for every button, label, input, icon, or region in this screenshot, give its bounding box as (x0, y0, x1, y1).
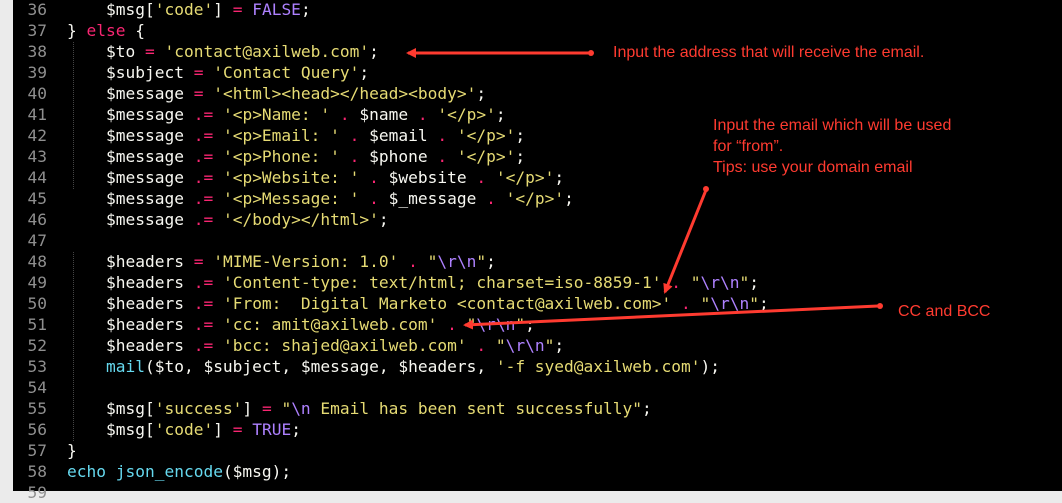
annotation-from-line-1: Input the email which will be used (713, 117, 952, 134)
annotation-cc-bcc: CC and BCC (898, 303, 991, 320)
annotation-from-line-2: for “from”. (713, 138, 784, 155)
annotation-address: Input the address that will receive the … (613, 44, 925, 61)
arrow-to-from (663, 189, 708, 294)
arrow-to-from-dot (703, 186, 709, 192)
annotation-arrows (406, 48, 883, 330)
arrow-to-cc (463, 304, 879, 330)
annotation-from-tips: Tips: use your domain email (713, 159, 913, 176)
arrow-to-address-dot (588, 50, 594, 56)
arrow-to-cc-dot (877, 303, 883, 309)
